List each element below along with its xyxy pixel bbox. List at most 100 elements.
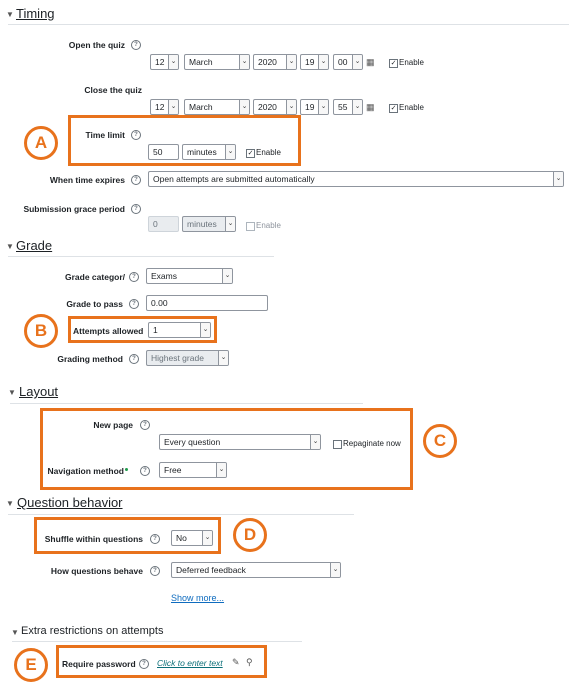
- grading-method-select[interactable]: Highest grade ⌄: [146, 350, 229, 366]
- chevron-down-icon: ⌄: [239, 100, 249, 114]
- open-hour-select[interactable]: 19 ⌄: [300, 54, 329, 70]
- section-title-layout[interactable]: Layout: [19, 384, 58, 399]
- grace-period-input[interactable]: 0: [148, 216, 179, 232]
- help-icon[interactable]: ?: [150, 566, 160, 576]
- chevron-down-icon: ⌄: [352, 100, 362, 114]
- close-month-select[interactable]: March ⌄: [184, 99, 250, 115]
- search-icon[interactable]: ⚲: [246, 657, 253, 668]
- chevron-down-icon: ⌄: [200, 323, 210, 337]
- grade-to-pass-label: Grade to pass: [66, 299, 123, 309]
- chevron-down-icon: ⌄: [168, 100, 178, 114]
- collapse-caret-icon[interactable]: ▼: [6, 10, 14, 19]
- time-limit-label: Time limit: [85, 130, 125, 140]
- navigation-method-label: Navigation method: [47, 466, 124, 476]
- grade-category-select[interactable]: Exams ⌄: [146, 268, 233, 284]
- callout-badge-d: D: [233, 518, 267, 552]
- chevron-down-icon: ⌄: [318, 55, 328, 69]
- attempts-allowed-select[interactable]: 1 ⌄: [148, 322, 211, 338]
- time-limit-enable-checkbox[interactable]: ✓: [246, 149, 255, 158]
- help-icon[interactable]: ?: [129, 299, 139, 309]
- help-icon[interactable]: ?: [150, 534, 160, 544]
- open-day-select[interactable]: 12 ⌄: [150, 54, 179, 70]
- how-questions-behave-label: How questions behave: [50, 566, 143, 576]
- chevron-down-icon: ⌄: [286, 55, 296, 69]
- pencil-icon[interactable]: ✎: [232, 657, 240, 668]
- section-title-question-behavior[interactable]: Question behavior: [17, 495, 123, 510]
- help-icon[interactable]: ?: [129, 272, 139, 282]
- close-minute-select[interactable]: 55 ⌄: [333, 99, 363, 115]
- enable-label: Enable: [256, 221, 281, 230]
- repaginate-checkbox[interactable]: [333, 440, 342, 449]
- show-more-link[interactable]: Show more...: [171, 593, 224, 603]
- when-time-expires-label: When time expires: [49, 175, 125, 185]
- help-icon[interactable]: ?: [131, 204, 141, 214]
- callout-badge-c: C: [423, 424, 457, 458]
- enable-label: Enable: [399, 58, 424, 67]
- section-divider: [8, 24, 569, 25]
- chevron-down-icon: ⌄: [330, 563, 340, 577]
- advanced-dot-icon: [125, 468, 128, 471]
- require-password-label: Require password: [62, 659, 136, 669]
- grade-to-pass-input[interactable]: 0.00: [146, 295, 268, 311]
- password-edit-link[interactable]: Click to enter text: [157, 658, 223, 668]
- calendar-icon[interactable]: ▦: [366, 57, 375, 68]
- shuffle-within-questions-label: Shuffle within questions: [44, 534, 143, 544]
- chevron-down-icon: ⌄: [352, 55, 362, 69]
- time-limit-unit-select[interactable]: minutes ⌄: [182, 144, 236, 160]
- help-icon[interactable]: ?: [131, 130, 141, 140]
- close-day-select[interactable]: 12 ⌄: [150, 99, 179, 115]
- collapse-caret-icon[interactable]: ▼: [8, 388, 16, 397]
- section-divider: [10, 403, 363, 404]
- grace-period-label: Submission grace period: [23, 204, 125, 214]
- chevron-down-icon: ⌄: [202, 531, 212, 545]
- grading-method-label: Grading method: [57, 354, 123, 364]
- new-page-select[interactable]: Every question ⌄: [159, 434, 321, 450]
- section-title-grade[interactable]: Grade: [16, 238, 52, 253]
- calendar-icon[interactable]: ▦: [366, 102, 375, 113]
- section-title-timing[interactable]: Timing: [16, 6, 55, 21]
- navigation-method-select[interactable]: Free ⌄: [159, 462, 227, 478]
- close-quiz-label: Close the quiz: [84, 85, 142, 95]
- collapse-caret-icon[interactable]: ▼: [6, 242, 14, 251]
- help-icon[interactable]: ?: [129, 354, 139, 364]
- chevron-down-icon: ⌄: [553, 172, 563, 186]
- grace-period-unit-select[interactable]: minutes ⌄: [182, 216, 236, 232]
- chevron-down-icon: ⌄: [318, 100, 328, 114]
- open-enable-checkbox[interactable]: ✓: [389, 59, 398, 68]
- close-year-select[interactable]: 2020 ⌄: [253, 99, 297, 115]
- chevron-down-icon: ⌄: [168, 55, 178, 69]
- chevron-down-icon: ⌄: [286, 100, 296, 114]
- callout-badge-b: B: [24, 314, 58, 348]
- chevron-down-icon: ⌄: [310, 435, 320, 449]
- help-icon[interactable]: ?: [140, 466, 150, 476]
- new-page-label: New page: [93, 420, 133, 430]
- help-icon[interactable]: ?: [131, 40, 141, 50]
- how-questions-behave-select[interactable]: Deferred feedback ⌄: [171, 562, 341, 578]
- close-hour-select[interactable]: 19 ⌄: [300, 99, 329, 115]
- help-icon[interactable]: ?: [139, 659, 149, 669]
- when-time-expires-select[interactable]: Open attempts are submitted automaticall…: [148, 171, 564, 187]
- collapse-caret-icon[interactable]: ▼: [6, 499, 14, 508]
- chevron-down-icon: ⌄: [216, 463, 226, 477]
- section-divider: [12, 641, 302, 642]
- close-enable-checkbox[interactable]: ✓: [389, 104, 398, 113]
- section-divider: [8, 256, 274, 257]
- enable-label: Enable: [399, 103, 424, 112]
- help-icon[interactable]: ?: [140, 420, 150, 430]
- open-minute-select[interactable]: 00 ⌄: [333, 54, 363, 70]
- enable-label: Enable: [256, 148, 281, 157]
- time-limit-input[interactable]: 50: [148, 144, 179, 160]
- help-icon[interactable]: ?: [131, 175, 141, 185]
- chevron-down-icon: ⌄: [225, 145, 235, 159]
- callout-badge-e: E: [14, 648, 48, 682]
- section-title-extra-restrictions[interactable]: Extra restrictions on attempts: [21, 625, 163, 637]
- attempts-allowed-label: Attempts allowed: [73, 326, 144, 336]
- chevron-down-icon: ⌄: [218, 351, 228, 365]
- grade-category-label: Grade categor/: [65, 272, 125, 282]
- shuffle-select[interactable]: No ⌄: [171, 530, 213, 546]
- open-year-select[interactable]: 2020 ⌄: [253, 54, 297, 70]
- section-divider: [8, 514, 354, 515]
- grace-enable-checkbox[interactable]: [246, 222, 255, 231]
- open-month-select[interactable]: March ⌄: [184, 54, 250, 70]
- collapse-caret-icon[interactable]: ▼: [11, 628, 19, 637]
